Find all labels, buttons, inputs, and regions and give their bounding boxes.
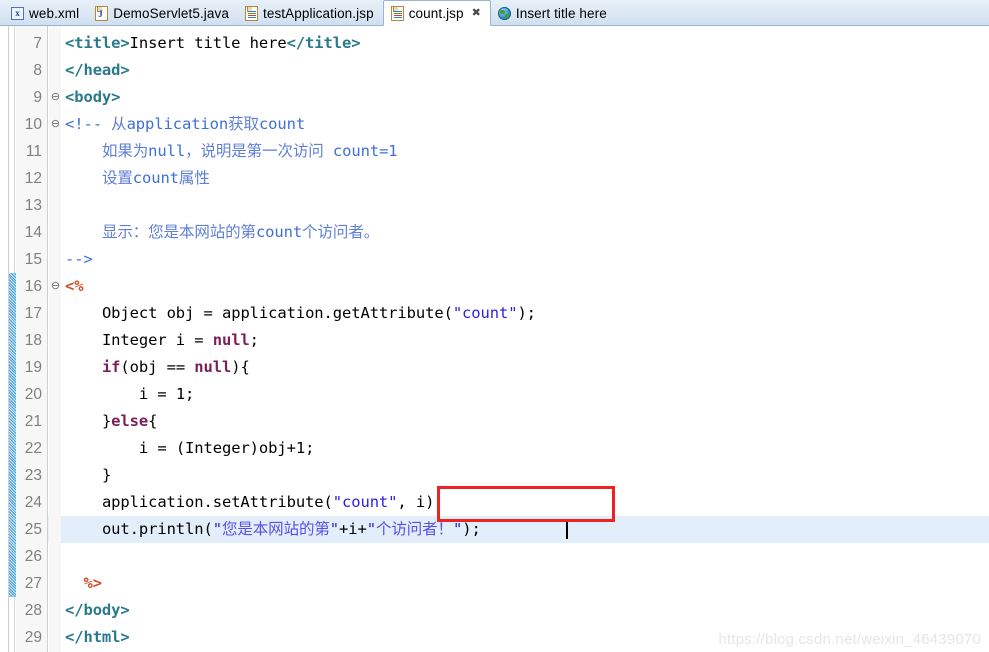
line-number: 28 [24,602,42,619]
code-line[interactable]: <body> [61,84,989,111]
line-number: 27 [24,575,42,592]
tab-demoservlet5-java[interactable]: J DemoServlet5.java [88,0,238,26]
code-line[interactable]: --> [61,246,989,273]
line-number: 7 [33,35,42,52]
line-number: 22 [24,440,42,457]
line-number: 11 [25,143,42,160]
close-icon[interactable]: ✖ [472,7,481,19]
tab-label: Insert title here [515,5,607,21]
code-line[interactable]: }else{ [61,408,989,435]
text-caret [566,520,568,539]
line-number: 15 [24,251,42,268]
xml-file-icon: x [11,6,24,20]
line-number: 26 [24,548,42,565]
line-number: 18 [24,332,42,349]
tab-web-xml[interactable]: x web.xml [4,0,88,26]
folding-ruler[interactable]: ⊖ ⊖ ⊖ [49,26,61,652]
line-number: 13 [24,197,42,214]
jsp-file-icon [390,5,404,21]
code-line[interactable]: application.setAttribute("count", i); [61,489,989,516]
code-line[interactable] [61,543,989,570]
line-number: 24 [24,494,42,511]
code-line[interactable]: 设置count属性 [61,165,989,192]
code-line[interactable]: %> [61,570,989,597]
code-line[interactable]: </head> [61,57,989,84]
tab-label: DemoServlet5.java [113,5,229,21]
globe-icon [497,6,511,20]
code-line[interactable]: i = (Integer)obj+1; [61,435,989,462]
code-line[interactable]: 显示：您是本网站的第count个访问者。 [61,219,989,246]
tab-testapplication-jsp[interactable]: testApplication.jsp [238,0,383,26]
line-number: 16 [24,278,42,295]
line-number: 17 [24,305,42,322]
line-number: 21 [24,413,42,430]
code-line[interactable]: Integer i = null; [61,327,989,354]
fold-toggle-icon[interactable]: ⊖ [50,273,61,300]
tab-insert-title-here[interactable]: Insert title here [491,0,616,26]
line-number: 14 [24,224,42,241]
code-line[interactable]: <% [61,273,989,300]
code-line[interactable]: i = 1; [61,381,989,408]
line-number: 12 [24,170,42,187]
code-line[interactable]: </body> [61,597,989,624]
java-file-icon: J [95,5,109,21]
code-text-area[interactable]: <title>Insert title here</title> </head> <… [61,26,989,652]
line-number: 29 [24,629,42,646]
editor-tab-bar: x web.xml J DemoServlet5.java testApplic… [0,0,989,26]
code-line[interactable]: <title>Insert title here</title> [61,30,989,57]
line-number-ruler: 7 8 9 10 11 12 13 14 15 16 17 18 19 20 21 22 23 24 25 26 27 2… [16,26,48,652]
fold-toggle-icon[interactable]: ⊖ [50,111,61,138]
jsp-file-icon [244,5,258,21]
line-number: 8 [33,62,42,79]
code-line[interactable]: if(obj == null){ [61,354,989,381]
line-number: 23 [24,467,42,484]
source-editor[interactable]: 7 8 9 10 11 12 13 14 15 16 17 18 19 20 21 22 23 24 25 26 27 2… [0,26,989,652]
fold-toggle-icon[interactable]: ⊖ [50,84,61,111]
watermark-text: https://blog.csdn.net/weixin_46439070 [718,631,981,648]
code-line[interactable]: 如果为null，说明是第一次访问 count=1 [61,138,989,165]
code-line[interactable] [61,192,989,219]
line-number: 19 [24,359,42,376]
tab-count-jsp[interactable]: count.jsp ✖ [382,0,491,26]
tab-bar-filler [616,0,989,25]
line-number: 20 [24,386,42,403]
tab-label: count.jsp [408,5,464,21]
eclipse-editor-window: x web.xml J DemoServlet5.java testApplic… [0,0,989,652]
tab-label: testApplication.jsp [262,5,374,21]
line-number: 10 [24,116,42,133]
code-line[interactable]: out.println("您是本网站的第"+i+"个访问者！"); [61,516,989,543]
line-number: 9 [33,89,42,106]
tab-label: web.xml [29,5,80,21]
code-line[interactable]: Object obj = application.getAttribute("c… [61,300,989,327]
code-line[interactable]: <!-- 从application获取count [61,111,989,138]
line-number: 25 [24,521,42,538]
code-line[interactable]: } [61,462,989,489]
